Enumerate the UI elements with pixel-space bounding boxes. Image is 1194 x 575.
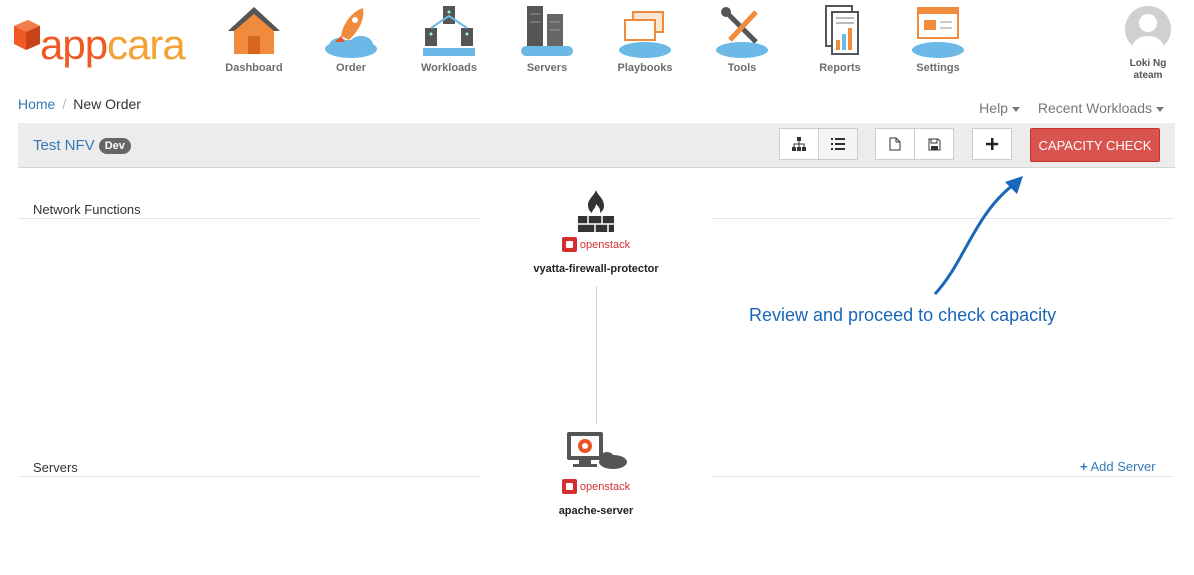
breadcrumb: Home / New Order xyxy=(18,96,141,112)
firewall-node[interactable]: openstack vyatta-firewall-protector xyxy=(506,190,686,275)
user-team: ateam xyxy=(1133,70,1163,81)
server-icon xyxy=(567,432,627,469)
save-icon xyxy=(928,138,940,150)
firewall-icon xyxy=(578,190,614,232)
openstack-icon xyxy=(561,237,577,252)
list-view-button[interactable] xyxy=(818,128,858,160)
app-logo[interactable]: appcara xyxy=(12,14,186,66)
caret-down-icon xyxy=(1156,106,1164,112)
nav-order[interactable]: Order xyxy=(306,4,396,74)
nav-settings[interactable]: Settings xyxy=(893,4,983,74)
nav-label: Order xyxy=(336,62,366,74)
annotation-text: Review and proceed to check capacity xyxy=(749,305,1057,325)
logo-text: appcara xyxy=(40,21,186,68)
rocket-icon xyxy=(325,8,377,58)
openstack-logo: openstack xyxy=(561,479,630,494)
sitemap-icon xyxy=(792,137,806,151)
nav-dashboard[interactable]: Dashboard xyxy=(209,4,299,74)
breadcrumb-current: New Order xyxy=(73,96,141,112)
house-icon xyxy=(228,7,280,54)
nav-label: Playbooks xyxy=(617,62,673,74)
user-name: Loki Ng xyxy=(1129,58,1167,69)
file-icon xyxy=(889,137,901,151)
reports-icon xyxy=(825,5,859,55)
logo-cube-icon xyxy=(14,20,40,50)
caret-down-icon xyxy=(1011,106,1020,112)
nav-label: Settings xyxy=(916,62,960,74)
top-menu: Help Recent Workloads xyxy=(979,100,1164,116)
node-name: apache-server xyxy=(558,505,634,517)
connection-line xyxy=(596,286,597,424)
network-functions-label: Network Functions xyxy=(33,202,141,217)
list-icon xyxy=(831,138,845,150)
divider xyxy=(712,476,1174,477)
add-server-link[interactable]: + Add Server xyxy=(1080,459,1156,474)
node-name: vyatta-firewall-protector xyxy=(533,263,659,275)
nav-servers[interactable]: Servers xyxy=(502,4,592,74)
divider xyxy=(18,218,480,219)
workloads-icon xyxy=(423,6,475,56)
nav-tools[interactable]: Tools xyxy=(697,4,787,74)
add-button[interactable] xyxy=(972,128,1012,160)
plus-icon xyxy=(986,138,998,150)
user-icon xyxy=(1132,14,1164,52)
tools-icon xyxy=(716,7,768,58)
order-title[interactable]: Test NFV Dev xyxy=(33,137,131,154)
openstack-icon xyxy=(561,479,577,494)
nav-label: Tools xyxy=(727,62,757,74)
save-button[interactable] xyxy=(914,128,954,160)
capacity-check-button[interactable]: CAPACITY CHECK xyxy=(1030,128,1160,162)
nav-label: Servers xyxy=(526,62,568,74)
recent-workloads-dropdown[interactable]: Recent Workloads xyxy=(1038,100,1164,116)
settings-icon xyxy=(912,7,964,58)
env-badge: Dev xyxy=(98,138,131,154)
user-menu[interactable]: Loki Ng ateam xyxy=(1118,6,1178,82)
server-node[interactable]: openstack apache-server xyxy=(506,430,686,517)
breadcrumb-separator: / xyxy=(62,96,67,112)
playbooks-icon xyxy=(619,11,671,58)
annotation-arrow xyxy=(933,176,1023,296)
nav-workloads[interactable]: Workloads xyxy=(404,4,494,74)
servers-icon xyxy=(521,6,573,56)
breadcrumb-home[interactable]: Home xyxy=(18,96,55,112)
nav-playbooks[interactable]: Playbooks xyxy=(600,4,690,74)
servers-label: Servers xyxy=(33,460,78,475)
nav-label: Dashboard xyxy=(225,62,283,74)
new-document-button[interactable] xyxy=(875,128,915,160)
avatar xyxy=(1125,6,1171,52)
divider xyxy=(18,476,480,477)
topology-view-button[interactable] xyxy=(779,128,819,160)
nav-label: Reports xyxy=(819,62,861,74)
help-dropdown[interactable]: Help xyxy=(979,100,1020,116)
plus-icon: + xyxy=(1080,459,1088,474)
nav-reports[interactable]: Reports xyxy=(795,4,885,74)
openstack-logo: openstack xyxy=(561,237,630,252)
order-toolbar: Test NFV Dev CAPACITY CHECK xyxy=(18,123,1175,168)
nav-label: Workloads xyxy=(420,62,478,74)
